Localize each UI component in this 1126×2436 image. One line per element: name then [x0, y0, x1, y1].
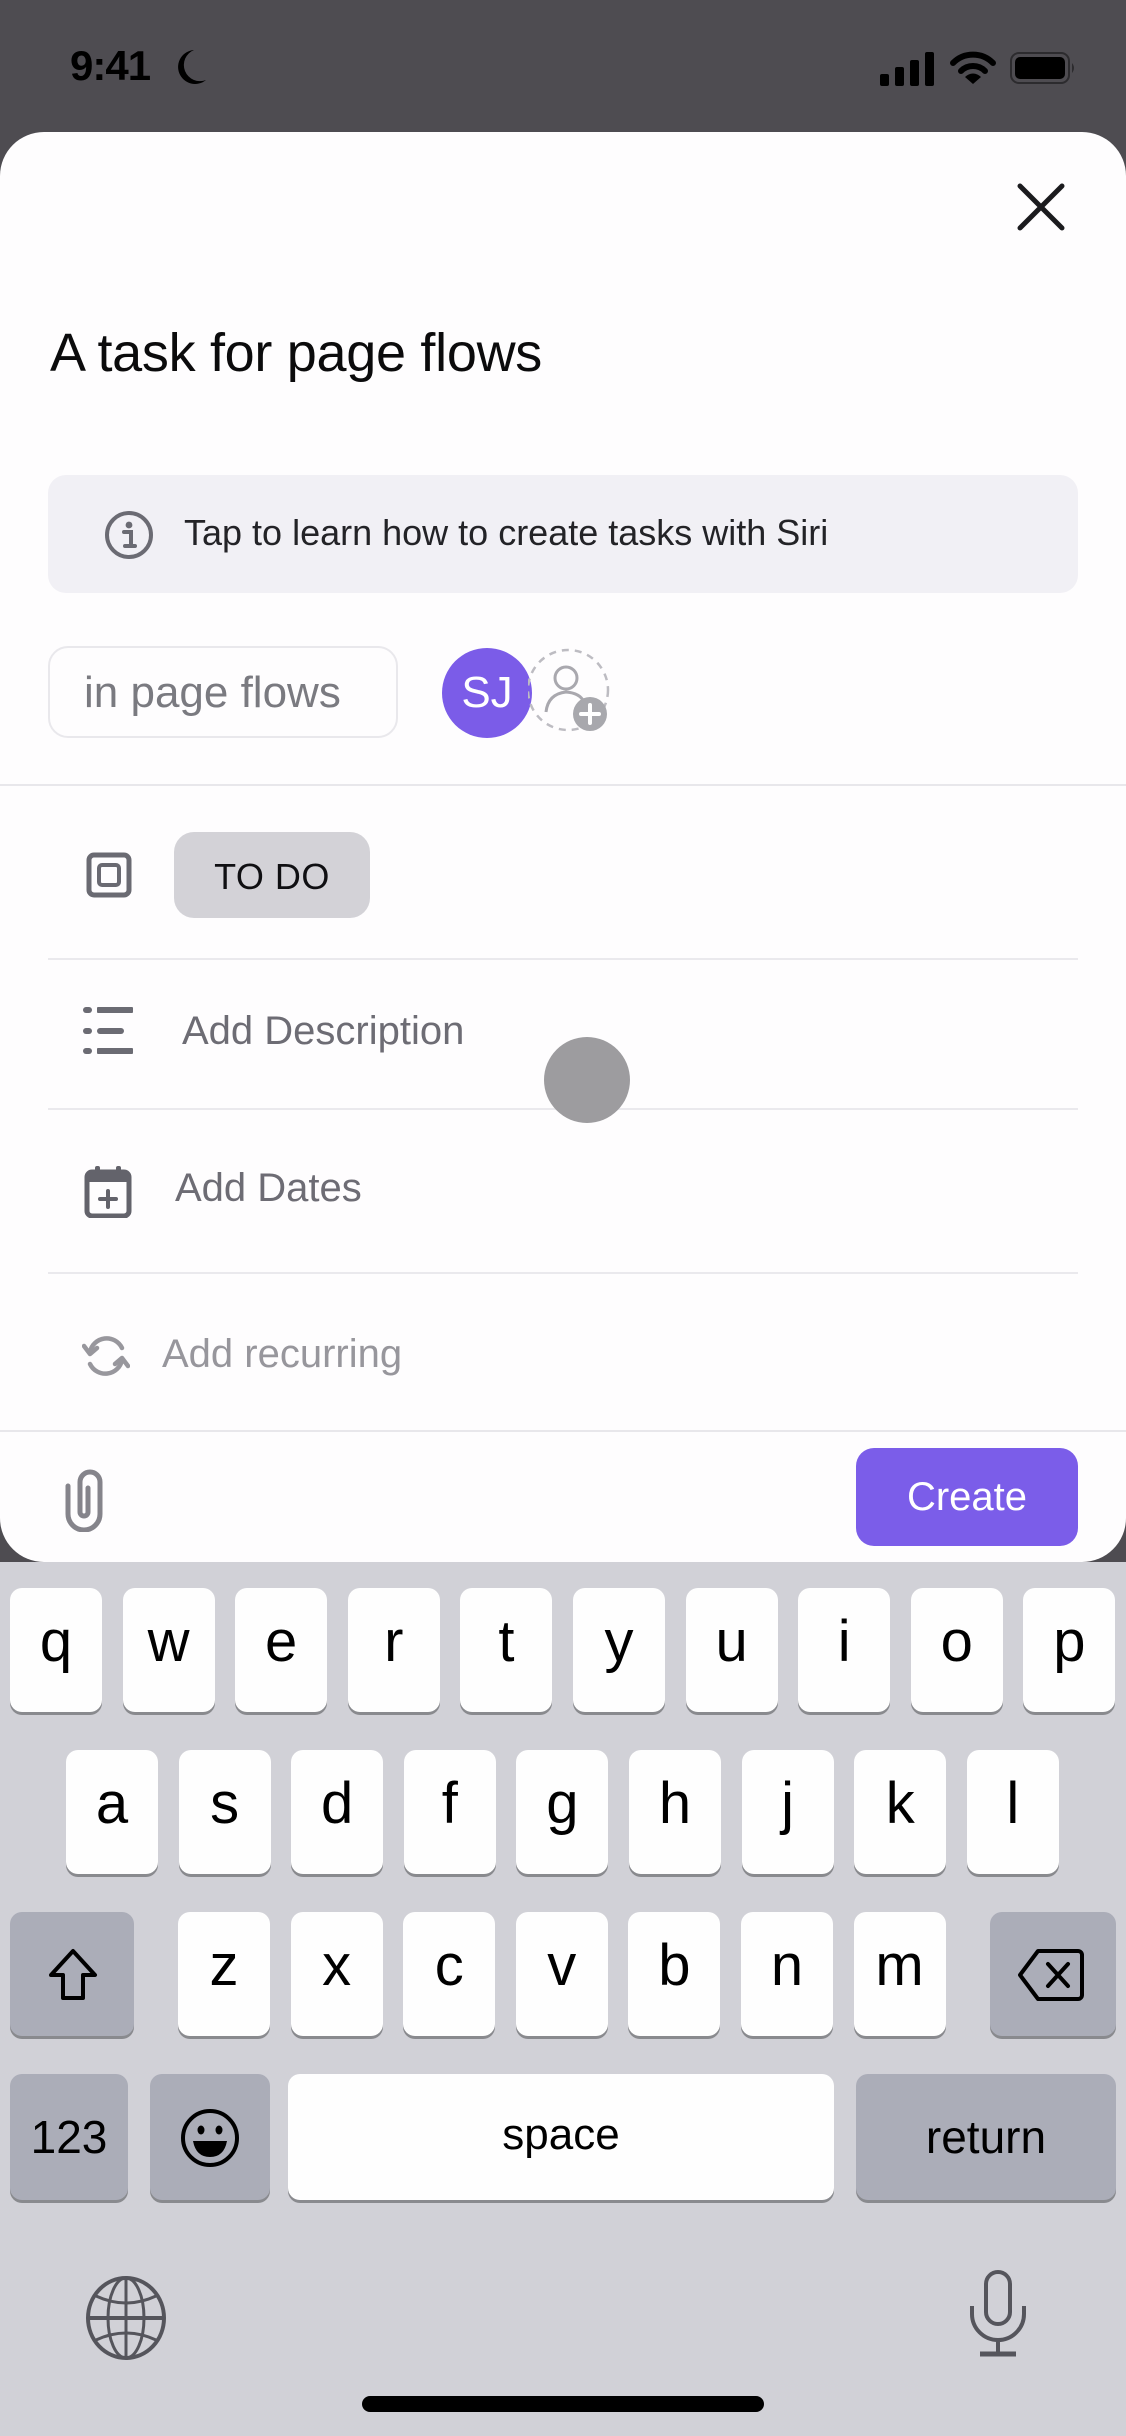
list-icon [83, 1007, 133, 1054]
cellular-signal-icon [880, 52, 934, 86]
key-k[interactable]: k [854, 1750, 947, 1874]
key-t-label: t [498, 1609, 515, 1674]
status-square-icon [86, 852, 132, 898]
key-k-label: k [885, 1771, 915, 1836]
key-j[interactable]: j [741, 1750, 834, 1874]
status-label: TO DO [214, 856, 330, 897]
moon-icon [178, 50, 206, 84]
close-icon[interactable] [1012, 178, 1070, 236]
footer-divider [0, 1430, 1126, 1432]
key-i[interactable]: i [798, 1588, 891, 1712]
space-key-label: space [502, 2110, 620, 2159]
space-key[interactable]: space [288, 2074, 834, 2200]
key-t[interactable]: t [460, 1588, 553, 1712]
key-n-label: n [770, 1933, 804, 1998]
return-key-label: return [925, 2111, 1047, 2163]
key-g[interactable]: g [516, 1750, 609, 1874]
key-r-label: r [384, 1609, 404, 1674]
key-y[interactable]: y [573, 1588, 665, 1712]
add-dates-field[interactable]: Add Dates [175, 1166, 362, 1211]
list-name: in page flows [84, 668, 341, 717]
key-g-label: g [546, 1771, 579, 1836]
key-z-label: z [209, 1933, 239, 1998]
key-p[interactable]: p [1023, 1588, 1116, 1712]
list-selector-chip[interactable]: in page flows [48, 646, 398, 738]
key-f-label: f [441, 1771, 458, 1836]
key-x-label: x [322, 1933, 352, 1998]
key-o-label: o [940, 1609, 973, 1674]
microphone-icon[interactable] [968, 2270, 1028, 2358]
shift-key[interactable] [10, 1912, 134, 2036]
recurring-icon [82, 1336, 130, 1376]
key-n[interactable]: n [741, 1912, 833, 2036]
key-h-label: h [658, 1771, 692, 1836]
key-x[interactable]: x [290, 1912, 383, 2036]
battery-icon [1010, 52, 1074, 84]
key-i-label: i [837, 1609, 851, 1674]
numbers-key[interactable]: 123 [10, 2074, 128, 2200]
key-q-label: q [39, 1609, 73, 1674]
key-e[interactable]: e [235, 1588, 328, 1712]
emoji-icon [181, 2109, 239, 2167]
key-w-label: w [147, 1609, 190, 1674]
wifi-icon [950, 51, 996, 84]
key-e-label: e [265, 1609, 298, 1674]
key-l-label: l [1006, 1771, 1020, 1836]
status-button[interactable]: TO DO [174, 832, 370, 918]
key-a-label: a [95, 1771, 129, 1836]
key-d[interactable]: d [291, 1750, 384, 1874]
key-z[interactable]: z [178, 1912, 270, 2036]
home-indicator[interactable] [362, 2396, 764, 2412]
key-d-label: d [321, 1771, 354, 1836]
emoji-key[interactable] [150, 2074, 270, 2200]
return-key[interactable]: return [856, 2074, 1116, 2200]
create-button[interactable]: Create [856, 1448, 1078, 1546]
section-divider [0, 784, 1126, 786]
key-o[interactable]: o [910, 1588, 1003, 1712]
info-icon [105, 511, 153, 559]
key-c-label: c [434, 1933, 464, 1998]
key-l[interactable]: l [966, 1750, 1059, 1874]
key-m[interactable]: m [853, 1912, 946, 2036]
key-w[interactable]: w [122, 1588, 215, 1712]
row-divider [48, 1272, 1078, 1274]
numbers-key-label: 123 [30, 2111, 108, 2163]
key-r[interactable]: r [347, 1588, 440, 1712]
shift-icon [49, 1949, 97, 2000]
delete-icon [1018, 1949, 1084, 2001]
key-a[interactable]: a [66, 1750, 158, 1874]
calendar-plus-icon [84, 1166, 132, 1218]
key-p-label: p [1053, 1609, 1086, 1674]
key-h[interactable]: h [629, 1750, 721, 1874]
task-title-input[interactable]: A task for page flows [50, 322, 542, 384]
key-b-label: b [658, 1933, 691, 1998]
add-recurring-field[interactable]: Add recurring [162, 1332, 402, 1377]
status-time: 9:41 [70, 42, 151, 89]
add-description-field[interactable]: Add Description [182, 1009, 464, 1054]
key-u-label: u [715, 1609, 748, 1674]
key-c[interactable]: c [403, 1912, 496, 2036]
add-user-icon[interactable] [528, 646, 614, 742]
siri-tip-text: Tap to learn how to create tasks with Si… [184, 512, 829, 553]
key-s[interactable]: s [178, 1750, 271, 1874]
row-divider [48, 958, 1078, 960]
key-j-label: j [781, 1771, 795, 1836]
key-y-label: y [604, 1609, 634, 1674]
touch-indicator [544, 1037, 630, 1123]
key-u[interactable]: u [685, 1588, 778, 1712]
key-q[interactable]: q [10, 1588, 102, 1712]
globe-icon[interactable] [84, 2276, 168, 2360]
key-s-label: s [210, 1771, 240, 1836]
delete-key[interactable] [990, 1912, 1116, 2036]
key-b[interactable]: b [628, 1912, 721, 2036]
key-v[interactable]: v [515, 1912, 608, 2036]
key-v-label: v [547, 1933, 577, 1998]
key-m-label: m [875, 1933, 924, 1998]
paperclip-icon[interactable] [56, 1466, 112, 1532]
assignee-avatar[interactable]: SJ [442, 648, 532, 738]
key-f[interactable]: f [403, 1750, 496, 1874]
